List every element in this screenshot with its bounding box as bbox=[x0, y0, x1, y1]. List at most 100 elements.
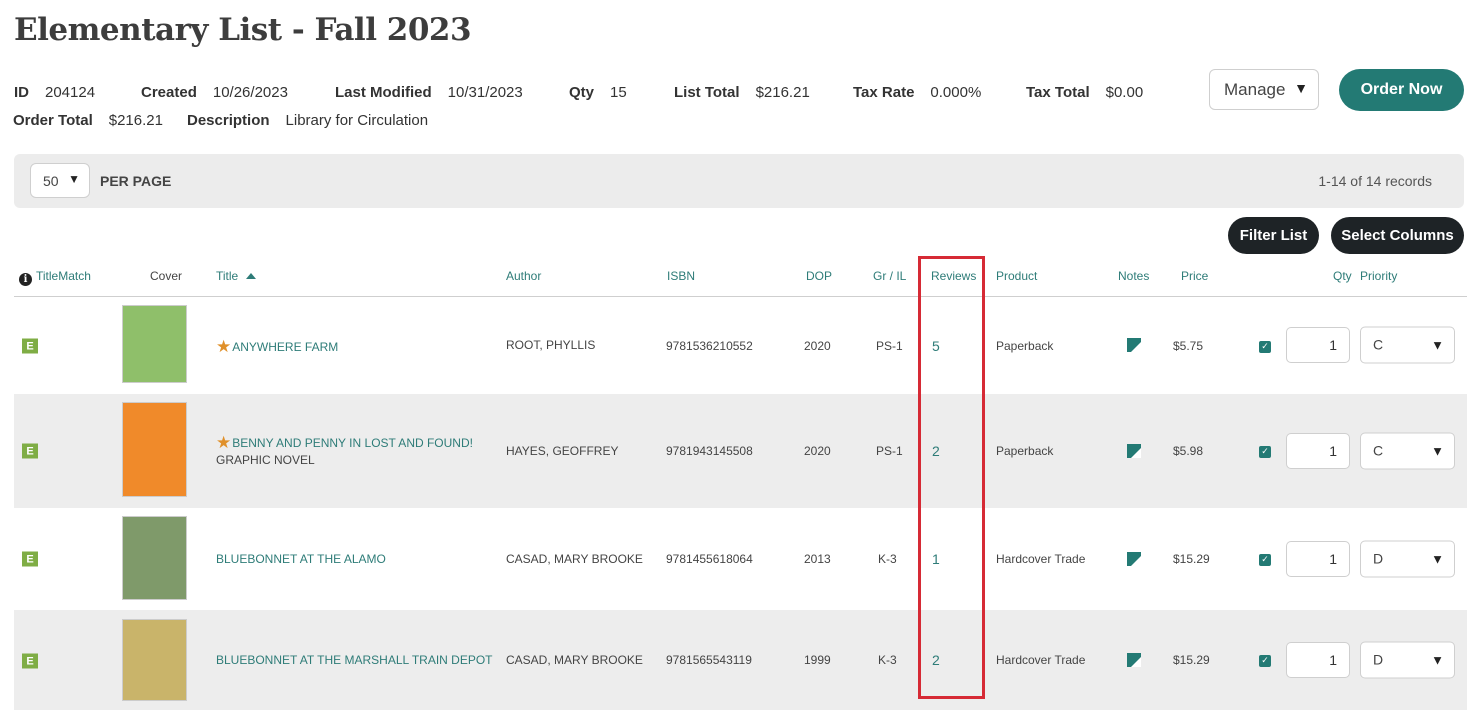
checkbox-checked-icon[interactable]: ✓ bbox=[1259, 341, 1271, 353]
isbn-cell: 9781455618064 bbox=[666, 552, 753, 566]
dop-cell: 2013 bbox=[804, 552, 831, 566]
priority-select[interactable]: C ▼ bbox=[1360, 326, 1455, 364]
meta-order-total-label: Order Total bbox=[13, 112, 93, 129]
caret-down-icon: ▼ bbox=[1431, 443, 1444, 459]
meta-created: Created 10/26/2023 bbox=[141, 84, 288, 101]
titlematch-badge: E bbox=[22, 551, 38, 567]
title-text: BENNY AND PENNY IN LOST AND FOUND! bbox=[232, 436, 473, 450]
product-cell: Paperback bbox=[996, 444, 1054, 458]
manage-dropdown[interactable]: Manage ▼ bbox=[1209, 69, 1319, 110]
meta-qty-label: Qty bbox=[569, 84, 595, 101]
meta-order-total-value: $216.21 bbox=[108, 112, 163, 129]
checkbox-checked-icon[interactable]: ✓ bbox=[1259, 446, 1271, 458]
meta-id: ID 204124 bbox=[14, 84, 95, 101]
caret-down-icon: ▼ bbox=[1431, 337, 1444, 353]
priority-select[interactable]: C ▼ bbox=[1360, 432, 1455, 470]
qty-input[interactable] bbox=[1286, 642, 1350, 678]
sort-ascending-icon bbox=[246, 273, 257, 279]
dop-cell: 2020 bbox=[804, 339, 831, 353]
meta-created-label: Created bbox=[141, 84, 197, 101]
meta-list-total-value: $216.21 bbox=[755, 84, 810, 101]
author-cell: CASAD, MARY BROOKE bbox=[506, 653, 643, 667]
meta-modified: Last Modified 10/31/2023 bbox=[335, 84, 523, 101]
meta-modified-value: 10/31/2023 bbox=[447, 84, 523, 101]
table-row: E ★ANYWHERE FARM ROOT, PHYLLIS 978153621… bbox=[14, 297, 1467, 394]
price-cell: $15.29 bbox=[1173, 552, 1210, 566]
caret-down-icon: ▼ bbox=[1431, 652, 1444, 668]
notes-icon[interactable] bbox=[1127, 653, 1141, 667]
per-page-label: PER PAGE bbox=[100, 173, 172, 189]
title-link[interactable]: BLUEBONNET AT THE MARSHALL TRAIN DEPOT bbox=[216, 653, 493, 667]
qty-input[interactable] bbox=[1286, 433, 1350, 469]
grade-cell: PS-1 bbox=[876, 339, 903, 353]
meta-tax-total: Tax Total $0.00 bbox=[1026, 84, 1143, 101]
table-row: E BLUEBONNET AT THE ALAMO CASAD, MARY BR… bbox=[14, 508, 1467, 610]
header-titlematch-label: TitleMatch bbox=[36, 269, 91, 283]
title-link[interactable]: BLUEBONNET AT THE ALAMO bbox=[216, 552, 386, 566]
header-cover: Cover bbox=[150, 269, 183, 283]
title-link[interactable]: ★ANYWHERE FARM bbox=[216, 337, 338, 357]
caret-down-icon: ▼ bbox=[68, 172, 80, 186]
header-titlematch[interactable]: i TitleMatch bbox=[19, 269, 91, 286]
priority-value: D bbox=[1373, 550, 1384, 567]
meta-id-label: ID bbox=[14, 84, 29, 101]
book-cover[interactable] bbox=[122, 402, 187, 497]
meta-description: Description Library for Circulation bbox=[187, 112, 428, 129]
author-cell: HAYES, GEOFFREY bbox=[506, 444, 619, 458]
filter-list-button[interactable]: Filter List bbox=[1228, 217, 1319, 254]
header-isbn[interactable]: ISBN bbox=[667, 269, 695, 283]
meta-description-value: Library for Circulation bbox=[285, 112, 429, 129]
priority-value: C bbox=[1373, 442, 1384, 459]
titlematch-badge: E bbox=[22, 653, 38, 669]
priority-select[interactable]: D ▼ bbox=[1360, 641, 1455, 679]
priority-value: C bbox=[1373, 336, 1384, 353]
page-title: Elementary List - Fall 2023 bbox=[14, 12, 472, 48]
dop-cell: 2020 bbox=[804, 444, 831, 458]
product-cell: Paperback bbox=[996, 339, 1054, 353]
header-notes[interactable]: Notes bbox=[1118, 269, 1149, 283]
manage-label: Manage bbox=[1224, 79, 1286, 99]
title-link[interactable]: ★BENNY AND PENNY IN LOST AND FOUND! bbox=[216, 433, 473, 453]
meta-order-total: Order Total $216.21 bbox=[13, 112, 163, 129]
qty-input[interactable] bbox=[1286, 327, 1350, 363]
order-now-button[interactable]: Order Now bbox=[1339, 69, 1464, 111]
author-cell: ROOT, PHYLLIS bbox=[506, 338, 596, 352]
meta-tax-rate-value: 0.000% bbox=[930, 84, 982, 101]
header-title-label: Title bbox=[216, 269, 239, 283]
meta-qty-value: 15 bbox=[610, 84, 627, 101]
caret-down-icon: ▼ bbox=[1431, 551, 1444, 567]
info-icon[interactable]: i bbox=[19, 273, 32, 286]
caret-down-icon: ▼ bbox=[1294, 80, 1308, 96]
notes-icon[interactable] bbox=[1127, 338, 1141, 352]
notes-icon[interactable] bbox=[1127, 552, 1141, 566]
star-icon: ★ bbox=[216, 337, 232, 356]
titlematch-badge: E bbox=[22, 443, 38, 459]
header-title[interactable]: Title bbox=[216, 269, 257, 283]
header-dop[interactable]: DOP bbox=[806, 269, 832, 283]
header-priority[interactable]: Priority bbox=[1360, 269, 1397, 283]
grade-cell: K-3 bbox=[878, 653, 897, 667]
per-page-value: 50 bbox=[43, 172, 59, 189]
star-icon: ★ bbox=[216, 433, 232, 452]
checkbox-checked-icon[interactable]: ✓ bbox=[1259, 655, 1271, 667]
grade-cell: PS-1 bbox=[876, 444, 903, 458]
header-grade[interactable]: Gr / IL bbox=[873, 269, 906, 283]
notes-icon[interactable] bbox=[1127, 444, 1141, 458]
book-cover[interactable] bbox=[122, 619, 187, 701]
header-qty[interactable]: Qty bbox=[1333, 269, 1352, 283]
checkbox-checked-icon[interactable]: ✓ bbox=[1259, 554, 1271, 566]
book-cover[interactable] bbox=[122, 516, 187, 600]
header-product[interactable]: Product bbox=[996, 269, 1037, 283]
priority-select[interactable]: D ▼ bbox=[1360, 540, 1455, 578]
per-page-select[interactable]: 50 ▼ bbox=[30, 163, 90, 198]
header-price[interactable]: Price bbox=[1181, 269, 1208, 283]
price-cell: $5.98 bbox=[1173, 444, 1204, 458]
meta-tax-total-label: Tax Total bbox=[1026, 84, 1090, 101]
select-columns-button[interactable]: Select Columns bbox=[1331, 217, 1464, 254]
book-cover[interactable] bbox=[122, 305, 187, 383]
grade-cell: K-3 bbox=[878, 552, 897, 566]
product-cell: Hardcover Trade bbox=[996, 552, 1086, 566]
header-author[interactable]: Author bbox=[506, 269, 541, 283]
titlematch-badge: E bbox=[22, 338, 38, 354]
qty-input[interactable] bbox=[1286, 541, 1350, 577]
